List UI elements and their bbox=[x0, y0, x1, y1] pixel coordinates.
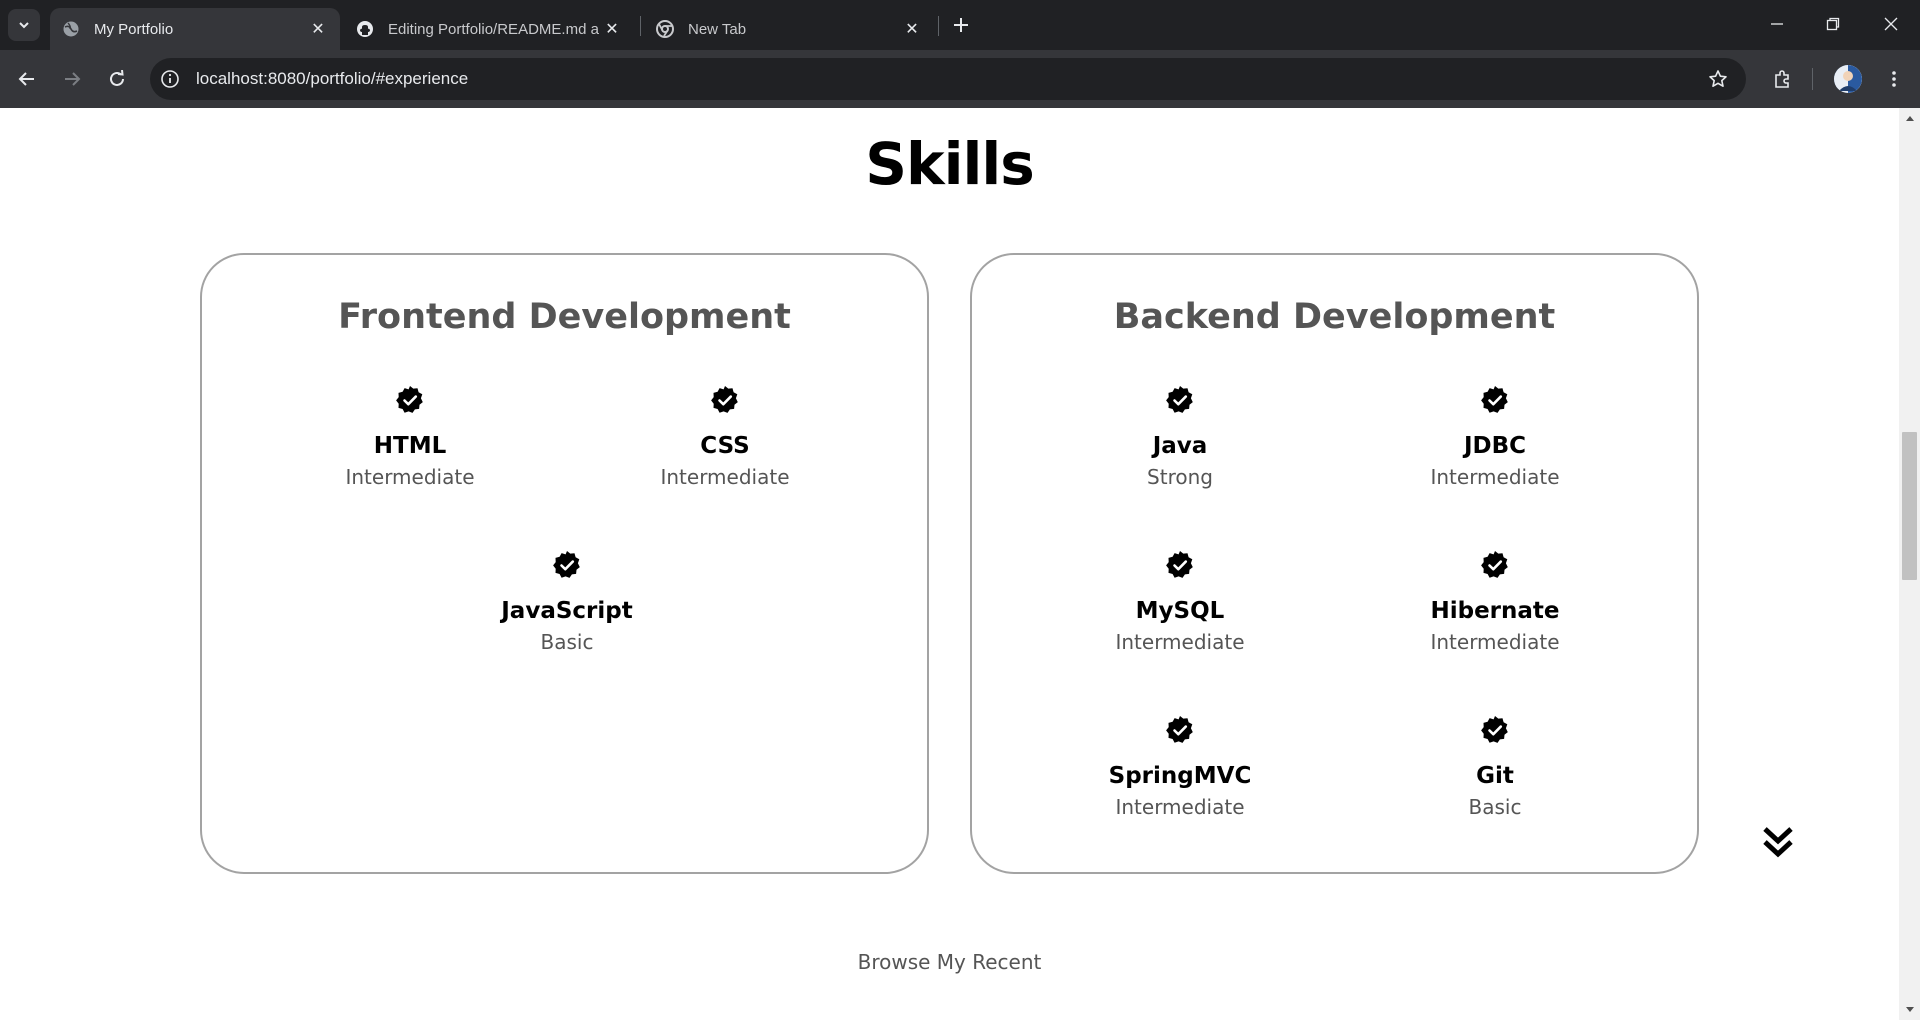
arrow-left-icon bbox=[18, 72, 34, 86]
scroll-down-icon[interactable] bbox=[1899, 1002, 1920, 1018]
toolbar-divider bbox=[1812, 68, 1813, 90]
skill-name: Java bbox=[1152, 433, 1208, 459]
skill-level: Basic bbox=[540, 630, 594, 654]
scrollbar-thumb[interactable] bbox=[1902, 432, 1917, 580]
verified-badge-icon bbox=[1166, 716, 1193, 743]
backend-skills-card: Backend Development Java Strong JDBC Int… bbox=[970, 253, 1699, 874]
skill-item: Hibernate Intermediate bbox=[1375, 550, 1615, 656]
minimize-icon bbox=[1771, 23, 1783, 25]
skill-item: Java Strong bbox=[1060, 385, 1300, 491]
verified-badge-icon bbox=[1481, 551, 1508, 578]
close-icon bbox=[1884, 17, 1898, 31]
tab-my-portfolio[interactable]: My Portfolio ✕ bbox=[50, 8, 340, 50]
verified-badge-icon bbox=[1166, 386, 1193, 413]
back-button[interactable] bbox=[10, 62, 44, 96]
minimize-button[interactable] bbox=[1752, 6, 1802, 42]
frontend-skills-card: Frontend Development HTML Intermediate C… bbox=[200, 253, 929, 874]
url-text[interactable]: localhost:8080/portfolio/#experience bbox=[196, 68, 468, 90]
restore-icon bbox=[1826, 17, 1840, 31]
skill-item: JDBC Intermediate bbox=[1375, 385, 1615, 491]
verified-badge-icon bbox=[711, 386, 738, 413]
chrome-icon bbox=[656, 20, 674, 38]
profile-avatar[interactable] bbox=[1834, 65, 1862, 93]
tab-title: My Portfolio bbox=[94, 20, 174, 38]
tab-new-tab[interactable]: New Tab ✕ bbox=[644, 8, 934, 50]
card-title: Backend Development bbox=[1113, 297, 1556, 337]
skill-level: Intermediate bbox=[1430, 465, 1560, 489]
skill-level: Intermediate bbox=[345, 465, 475, 489]
skill-name: JDBC bbox=[1463, 433, 1527, 459]
page-viewport: Skills Frontend Development HTML Interme… bbox=[0, 108, 1899, 1020]
verified-badge-icon bbox=[553, 551, 580, 578]
reload-button[interactable] bbox=[100, 62, 134, 96]
skill-item: SpringMVC Intermediate bbox=[1060, 715, 1300, 821]
bookmark-star-icon[interactable] bbox=[1702, 63, 1734, 95]
globe-icon bbox=[62, 20, 80, 38]
skill-level: Intermediate bbox=[1115, 630, 1245, 654]
verified-badge-icon bbox=[1481, 716, 1508, 743]
chevron-down-icon bbox=[19, 22, 29, 29]
more-menu-icon[interactable] bbox=[1878, 63, 1910, 95]
restore-button[interactable] bbox=[1808, 6, 1858, 42]
forward-button[interactable] bbox=[55, 62, 89, 96]
skills-heading: Skills bbox=[865, 130, 1035, 198]
skill-level: Strong bbox=[1147, 465, 1213, 489]
new-tab-button[interactable] bbox=[948, 12, 974, 38]
skill-level: Intermediate bbox=[1430, 630, 1560, 654]
skill-name: MySQL bbox=[1135, 598, 1225, 624]
skill-name: HTML bbox=[373, 433, 447, 459]
tab-separator bbox=[640, 16, 641, 36]
skill-item: HTML Intermediate bbox=[290, 385, 530, 491]
reload-icon bbox=[110, 70, 124, 86]
skill-item: CSS Intermediate bbox=[605, 385, 845, 491]
skill-name: Hibernate bbox=[1430, 598, 1560, 624]
tab-search-button[interactable] bbox=[8, 9, 40, 41]
tab-title: New Tab bbox=[688, 20, 747, 38]
close-icon[interactable]: ✕ bbox=[308, 19, 328, 39]
skill-name: Git bbox=[1476, 763, 1514, 789]
skill-item: Git Basic bbox=[1375, 715, 1615, 821]
extensions-icon[interactable] bbox=[1766, 63, 1798, 95]
github-icon bbox=[356, 20, 374, 38]
scroll-down-arrow-icon[interactable] bbox=[1762, 824, 1794, 860]
card-title: Frontend Development bbox=[338, 297, 791, 337]
next-section-subtitle: Browse My Recent bbox=[857, 950, 1042, 974]
verified-badge-icon bbox=[1166, 551, 1193, 578]
skill-level: Intermediate bbox=[660, 465, 790, 489]
plus-icon bbox=[954, 18, 968, 32]
scroll-up-icon[interactable] bbox=[1899, 110, 1920, 126]
skill-level: Intermediate bbox=[1115, 795, 1245, 819]
verified-badge-icon bbox=[396, 386, 423, 413]
tab-github-readme[interactable]: Editing Portfolio/README.md a ✕ bbox=[344, 8, 634, 50]
verified-badge-icon bbox=[1481, 386, 1508, 413]
close-icon[interactable]: ✕ bbox=[902, 19, 922, 39]
close-window-button[interactable] bbox=[1866, 6, 1916, 42]
skill-name: SpringMVC bbox=[1108, 763, 1252, 789]
arrow-right-icon bbox=[65, 72, 81, 86]
tab-separator bbox=[938, 16, 939, 36]
tab-title: Editing Portfolio/README.md a bbox=[388, 20, 599, 38]
skill-item: JavaScript Basic bbox=[447, 550, 687, 656]
close-icon[interactable]: ✕ bbox=[602, 19, 622, 39]
skill-name: JavaScript bbox=[501, 598, 633, 624]
site-info-icon[interactable] bbox=[158, 67, 182, 91]
skill-level: Basic bbox=[1468, 795, 1522, 819]
skill-name: CSS bbox=[700, 433, 750, 459]
skill-item: MySQL Intermediate bbox=[1060, 550, 1300, 656]
